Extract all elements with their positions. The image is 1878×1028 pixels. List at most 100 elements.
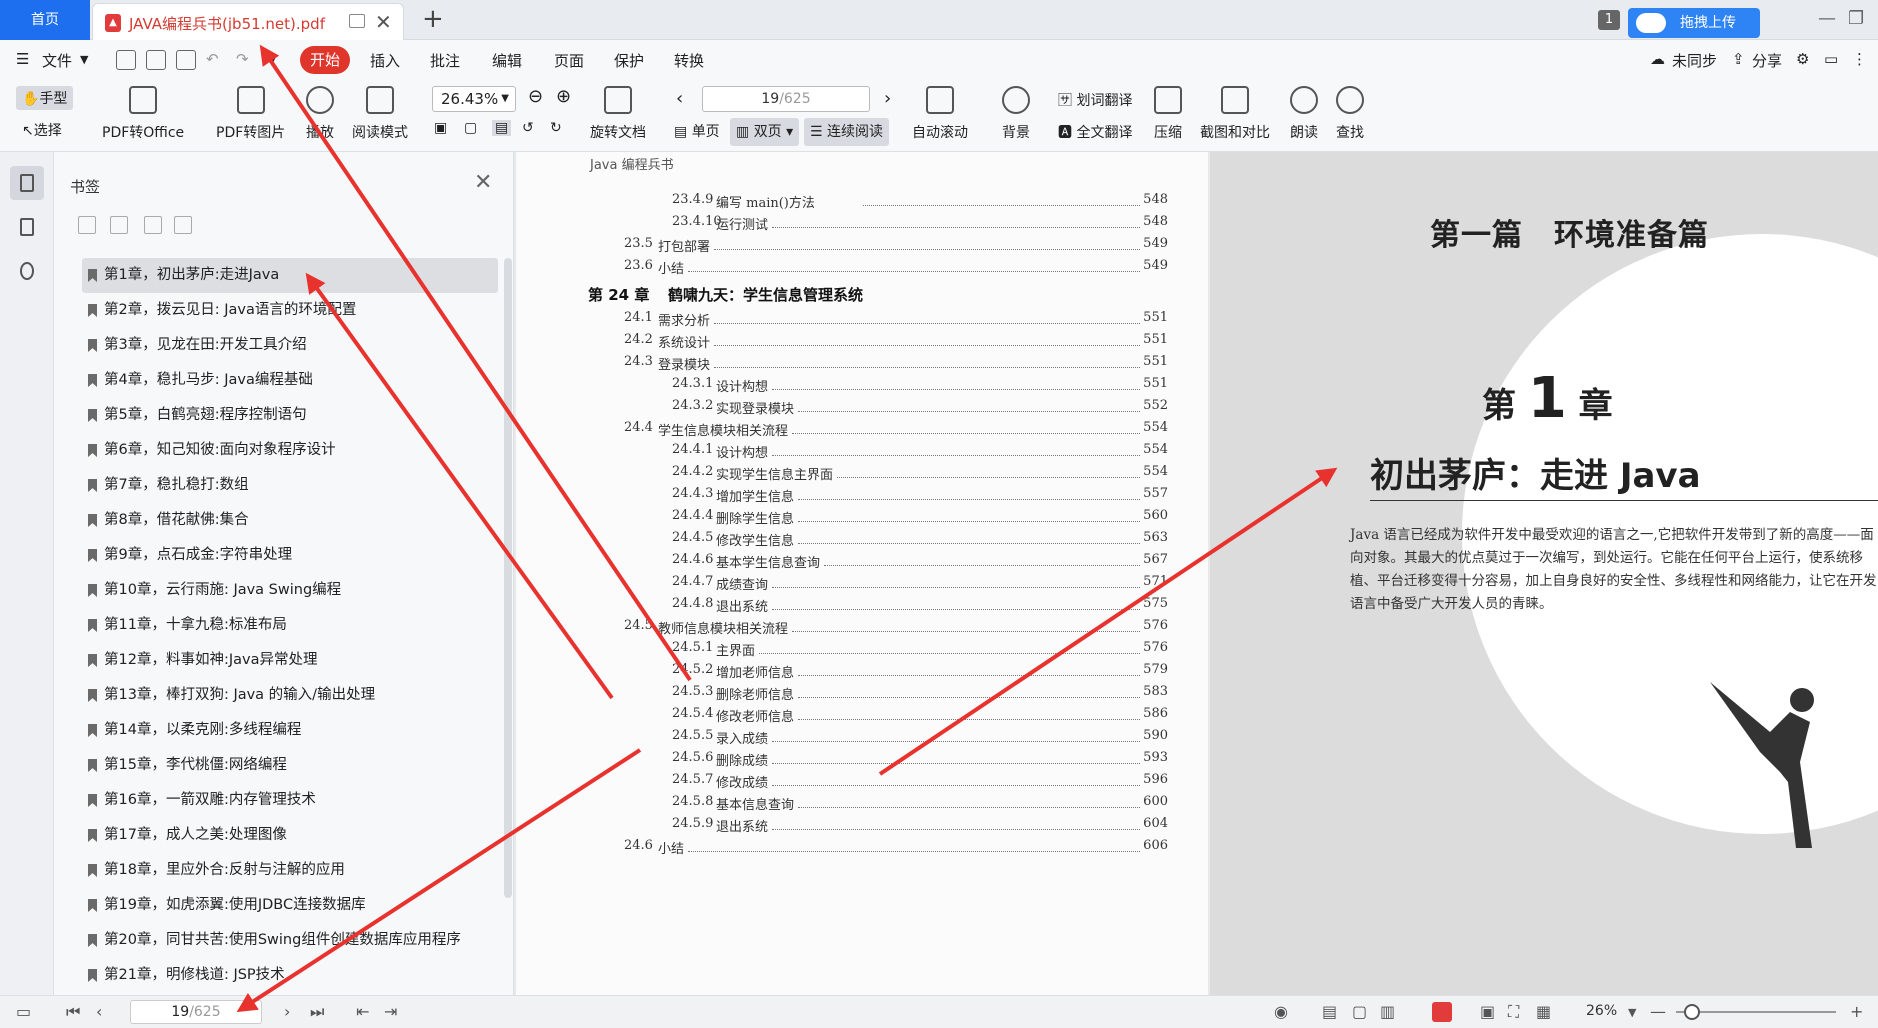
toc-row[interactable]: 24.4.8 退出系统 575: [588, 594, 1168, 616]
menu-page[interactable]: 页面: [554, 50, 584, 71]
bookmark-item[interactable]: 第11章，十拿九稳:标准布局: [82, 608, 498, 643]
play-button[interactable]: 播放: [306, 86, 334, 142]
toc-row[interactable]: 24.4.5 修改学生信息 563: [588, 528, 1168, 550]
first-page-icon[interactable]: ⏮: [66, 1002, 80, 1022]
bookmark-item[interactable]: 第12章，料事如神:Java异常处理: [82, 643, 498, 678]
zoom-dropdown-icon[interactable]: ▼: [1628, 1006, 1636, 1019]
eye-protect-icon[interactable]: ◉: [1274, 1002, 1288, 1021]
more-icon[interactable]: ⋮: [1852, 50, 1867, 68]
select-tool[interactable]: ↖选择: [22, 120, 62, 140]
hamburger-icon[interactable]: ☰: [16, 50, 29, 68]
close-panel-icon[interactable]: ✕: [474, 170, 492, 195]
toc-row[interactable]: 23.4.9 编写 main()方法 548: [588, 190, 1168, 212]
toggle-sidebar-icon[interactable]: ▭: [16, 1002, 31, 1021]
comment-icon[interactable]: ▭: [1824, 50, 1838, 68]
previous-page-icon[interactable]: ‹: [676, 88, 683, 109]
toc-row[interactable]: 24.3 登录模块 551: [588, 352, 1168, 374]
continuous-view-icon[interactable]: ▤: [1322, 1002, 1337, 1021]
bookmark-item[interactable]: 第17章，成人之美:处理图像: [82, 818, 498, 853]
expand-all-icon[interactable]: [78, 216, 96, 234]
page-number-input[interactable]: 19/625: [702, 86, 870, 112]
toc-row[interactable]: 24.5 教师信息模块相关流程 576: [588, 616, 1168, 638]
pdf-to-image-button[interactable]: PDF转图片: [216, 86, 285, 142]
sync-status[interactable]: 未同步: [1672, 50, 1717, 71]
minimize-icon[interactable]: —: [1818, 8, 1836, 29]
menu-edit[interactable]: 编辑: [492, 50, 522, 71]
settings-icon[interactable]: ⚙: [1796, 50, 1809, 68]
toc-chapter-row[interactable]: 第 24 章鹤啸九天：学生信息管理系统: [588, 278, 1168, 308]
drag-upload-button[interactable]: 拖拽上传: [1628, 8, 1760, 38]
toc-row[interactable]: 24.1 需求分析 551: [588, 308, 1168, 330]
bookmark-item[interactable]: 第5章，白鹤亮翅:程序控制语句: [82, 398, 498, 433]
toc-row[interactable]: 24.5.1 主界面 576: [588, 638, 1168, 660]
actual-size-status-icon[interactable]: ▣: [1480, 1002, 1495, 1021]
menu-protect[interactable]: 保护: [614, 50, 644, 71]
zoom-in-status-icon[interactable]: +: [1850, 1002, 1863, 1021]
rotate-document-button[interactable]: 旋转文档: [590, 86, 646, 142]
prev-page-icon[interactable]: ‹: [96, 1002, 102, 1021]
toc-row[interactable]: 24.4.7 成绩查询 571: [588, 572, 1168, 594]
bookmark-item[interactable]: 第2章，拨云见日: Java语言的环境配置: [82, 293, 498, 328]
continuous-reading-button[interactable]: ☰ 连续阅读: [804, 118, 890, 146]
toc-row[interactable]: 24.5.4 修改老师信息 586: [588, 704, 1168, 726]
zoom-select[interactable]: 26.43% ▼: [432, 86, 516, 112]
save-icon[interactable]: [146, 50, 166, 70]
bookmark-item[interactable]: 第20章，同甘共苦:使用Swing组件创建数据库应用程序: [82, 923, 498, 958]
share-icon[interactable]: ⇪: [1732, 50, 1745, 68]
restore-icon[interactable]: ❐: [1848, 8, 1864, 29]
auto-scroll-button[interactable]: 自动滚动: [912, 86, 968, 142]
menu-convert[interactable]: 转换: [674, 50, 704, 71]
rotate-right-icon[interactable]: ↻: [550, 120, 562, 136]
bookmark-item[interactable]: 第14章，以柔克刚:多线程编程: [82, 713, 498, 748]
toc-row[interactable]: 24.4 学生信息模块相关流程 554: [588, 418, 1168, 440]
collapse-all-icon[interactable]: [110, 216, 128, 234]
open-folder-icon[interactable]: [116, 50, 136, 70]
toc-row[interactable]: 23.4.10 运行测试 548: [588, 212, 1168, 234]
bookmark-item[interactable]: 第6章，知己知彼:面向对象程序设计: [82, 433, 498, 468]
pin-tab-icon[interactable]: [349, 14, 365, 28]
close-tab-icon[interactable]: ✕: [375, 10, 392, 34]
share-button[interactable]: 分享: [1752, 50, 1782, 71]
pdf-to-office-button[interactable]: PDF转Office: [102, 86, 184, 142]
toc-row[interactable]: 24.4.1 设计构想 554: [588, 440, 1168, 462]
forward-view-icon[interactable]: ⇥: [384, 1002, 397, 1021]
toc-row[interactable]: 24.4.3 增加学生信息 557: [588, 484, 1168, 506]
slideshow-play-icon[interactable]: [1432, 1002, 1452, 1022]
background-button[interactable]: 背景: [1002, 86, 1030, 142]
toc-row[interactable]: 24.2 系统设计 551: [588, 330, 1168, 352]
menu-insert[interactable]: 插入: [370, 50, 400, 71]
bookmark-item[interactable]: 第19章，如虎添翼:使用JDBC连接数据库: [82, 888, 498, 923]
bookmark-item[interactable]: 第9章，点石成金:字符串处理: [82, 538, 498, 573]
add-bookmark-icon[interactable]: [144, 216, 162, 234]
toc-row[interactable]: 24.6 小结 606: [588, 836, 1168, 858]
double-view-icon[interactable]: ▥: [1380, 1002, 1395, 1021]
next-page-icon[interactable]: ›: [284, 1002, 290, 1021]
toc-row[interactable]: 24.4.4 删除学生信息 560: [588, 506, 1168, 528]
screenshot-compare-button[interactable]: 截图和对比: [1200, 86, 1270, 142]
document-tab[interactable]: ▲ JAVA编程兵书(jb51.net).pdf ✕: [92, 3, 404, 40]
home-tab[interactable]: 首页: [0, 0, 90, 40]
bookmark-item[interactable]: 第1章，初出茅庐:走进Java: [82, 258, 498, 293]
bookmark-item[interactable]: 第4章，稳扎马步: Java编程基础: [82, 363, 498, 398]
zoom-in-icon[interactable]: ⊕: [556, 86, 571, 107]
fit-width-status-icon[interactable]: ▦: [1536, 1002, 1551, 1021]
toc-row[interactable]: 24.5.6 删除成绩 593: [588, 748, 1168, 770]
bookmark-item[interactable]: 第21章，明修栈道: JSP技术: [82, 958, 498, 993]
toc-row[interactable]: 24.5.5 录入成绩 590: [588, 726, 1168, 748]
toc-row[interactable]: 24.5.9 退出系统 604: [588, 814, 1168, 836]
menu-file[interactable]: 文件: [42, 50, 72, 71]
zoom-out-icon[interactable]: ⊖: [528, 86, 543, 107]
bookmark-item[interactable]: 第13章，棒打双狗: Java 的输入/输出处理: [82, 678, 498, 713]
zoom-slider-track[interactable]: [1676, 1011, 1836, 1013]
compress-button[interactable]: 压缩: [1154, 86, 1182, 142]
bookmark-icon[interactable]: [174, 216, 192, 234]
read-aloud-button[interactable]: 朗读: [1290, 86, 1318, 142]
back-view-icon[interactable]: ⇤: [356, 1002, 369, 1021]
menu-start[interactable]: 开始: [300, 46, 350, 74]
quick-access-dropdown-icon[interactable]: ▼: [268, 53, 276, 66]
rotate-left-icon[interactable]: ↺: [522, 120, 534, 136]
next-page-icon[interactable]: ›: [884, 88, 891, 109]
full-translate-button[interactable]: 🅰 全文翻译: [1058, 122, 1132, 142]
last-page-icon[interactable]: ⏭: [310, 1002, 324, 1022]
single-view-icon[interactable]: ▢: [1352, 1002, 1367, 1021]
